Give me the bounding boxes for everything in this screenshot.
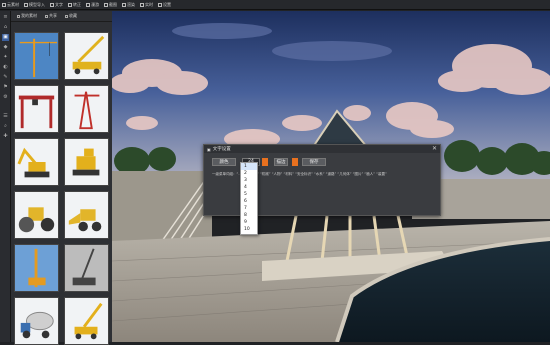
thumbnail-grid [14, 32, 110, 345]
toolbar-item-label: 渲染 [127, 1, 135, 7]
library-panel: 我的素材 共享 收藏 [11, 11, 112, 345]
left-tool-button[interactable]: ⌂ [2, 24, 9, 31]
size-option[interactable]: 8 [241, 212, 257, 219]
library-tab[interactable]: 收藏 [65, 13, 77, 19]
size-option[interactable]: 3 [241, 177, 257, 184]
gantry-crane-thumb[interactable] [14, 85, 59, 133]
left-tool-button[interactable]: ✎ [2, 74, 9, 81]
toolbar-item-label: 设置 [163, 1, 171, 7]
drill-rig-thumb[interactable] [14, 244, 59, 292]
drill-image [15, 245, 58, 291]
size-option[interactable]: 7 [241, 205, 257, 212]
library-tab[interactable]: 共享 [45, 13, 57, 19]
star-icon [65, 14, 68, 18]
size-option[interactable]: 5 [241, 191, 257, 198]
dialog-titlebar[interactable]: ▣ 文字设置 ✕ [204, 145, 440, 153]
color-button[interactable]: 颜色 [212, 157, 236, 166]
toolbar-item[interactable]: 实时 [140, 2, 153, 8]
toolbar-item-label: 文字 [55, 1, 63, 7]
left-tool-button[interactable]: ◐ [2, 64, 9, 71]
toolbar-item-label: 模型导入 [29, 1, 45, 7]
library-tabs: 我的素材 共享 收藏 [11, 11, 112, 22]
toolbar-item-label: 漫游 [91, 1, 99, 7]
folder-icon [2, 2, 6, 7]
close-icon[interactable]: ✕ [432, 145, 437, 153]
stroke-color-swatch[interactable] [292, 157, 298, 166]
tower-image [65, 86, 108, 132]
library-tab-label: 共享 [49, 13, 57, 18]
crawler-crane-thumb[interactable] [64, 244, 109, 292]
truck-image [65, 33, 108, 79]
toolbar-item[interactable]: 模型导入 [24, 2, 45, 8]
boom-lift-thumb[interactable] [64, 297, 109, 345]
truck-crane-thumb[interactable] [64, 32, 109, 80]
stroke-button[interactable]: 描边 [274, 157, 288, 166]
left-tool-button[interactable]: ≡ [2, 14, 9, 21]
left-tool-button[interactable]: ⚑ [2, 84, 9, 91]
boom-image [65, 298, 108, 344]
size-option[interactable]: 9 [241, 219, 257, 226]
toolbar-item-label: 截图 [109, 1, 117, 7]
wheel-loader-thumb[interactable] [64, 191, 109, 239]
import-icon [17, 14, 20, 18]
screenshot-icon [104, 2, 108, 7]
size-option[interactable]: 6 [241, 198, 257, 205]
left-tool-button[interactable]: ⚙ [2, 94, 9, 101]
toolbar-item[interactable]: 渲染 [122, 2, 135, 8]
toolbar-item[interactable]: 文字 [50, 2, 63, 8]
left-tool-button[interactable]: ▣ [2, 34, 9, 41]
crane-image [15, 33, 58, 79]
left-tool-button[interactable]: ✚ [2, 133, 9, 140]
upload-icon [45, 14, 48, 18]
gantry-image [15, 86, 58, 132]
toolbar-item-label: 转正 [73, 1, 81, 7]
text-icon [50, 2, 54, 7]
excavator-image [15, 139, 58, 185]
toolbar-item[interactable]: 转正 [68, 2, 81, 8]
bulldozer-thumb[interactable] [64, 138, 109, 186]
dozer-image [65, 139, 108, 185]
library-tab[interactable]: 我的素材 [17, 13, 37, 19]
settings-icon [158, 2, 162, 7]
mixer-image [15, 298, 58, 344]
size-dropdown-list: 1 2 3 4 5 6 7 8 9 10 [240, 162, 258, 235]
left-tool-button[interactable]: ◆ [2, 44, 9, 51]
tower-crane-thumb[interactable] [14, 32, 59, 80]
size-option[interactable]: 4 [241, 184, 257, 191]
loader-image [65, 192, 108, 238]
import-icon [24, 2, 28, 7]
library-tab-label: 我的素材 [21, 13, 37, 18]
dialog-icon: ▣ [207, 146, 211, 152]
left-tool-button[interactable]: ⌕ [2, 123, 9, 130]
realtime-icon [140, 2, 144, 7]
mixer-truck-thumb[interactable] [14, 297, 59, 345]
toolbar-item-label: 云素材 [7, 1, 19, 7]
excavator-thumb[interactable] [14, 138, 59, 186]
toolbar-item-label: 实时 [145, 1, 153, 7]
render-icon [122, 2, 126, 7]
toolbar-item[interactable]: 云素材 [2, 2, 19, 8]
rotate-icon [68, 2, 72, 7]
roller-image [15, 192, 58, 238]
road-roller-thumb[interactable] [14, 191, 59, 239]
dialog-title: 文字设置 [212, 147, 231, 152]
toolbar-item[interactable]: 截图 [104, 2, 117, 8]
left-tool-button[interactable]: ☰ [2, 113, 9, 120]
left-tool-strip: ≡ ⌂ ▣ ◆ ✦ ◐ ✎ ⚑ ⚙ ☰ ⌕ ✚ [0, 11, 11, 342]
left-tool-button[interactable]: ✦ [2, 54, 9, 61]
text-settings-dialog: ▣ 文字设置 ✕ 颜色 24 描边 保存 一级菜单词组：“……” “建筑” “机… [203, 144, 441, 216]
color-swatch[interactable] [262, 157, 268, 166]
play-icon [86, 2, 90, 7]
toolbar-item[interactable]: 漫游 [86, 2, 99, 8]
size-option[interactable]: 10 [241, 226, 257, 233]
size-option[interactable]: 2 [241, 170, 257, 177]
size-option[interactable]: 1 [241, 163, 257, 170]
library-tab-label: 收藏 [69, 13, 77, 18]
toolbar-item[interactable]: 设置 [158, 2, 171, 8]
tower-frame-thumb[interactable] [64, 85, 109, 133]
top-toolbar: 云素材 模型导入 文字 转正 漫游 截图 渲染 实时 设置 [0, 0, 550, 10]
crawler-image [65, 245, 108, 291]
save-button[interactable]: 保存 [302, 157, 326, 166]
